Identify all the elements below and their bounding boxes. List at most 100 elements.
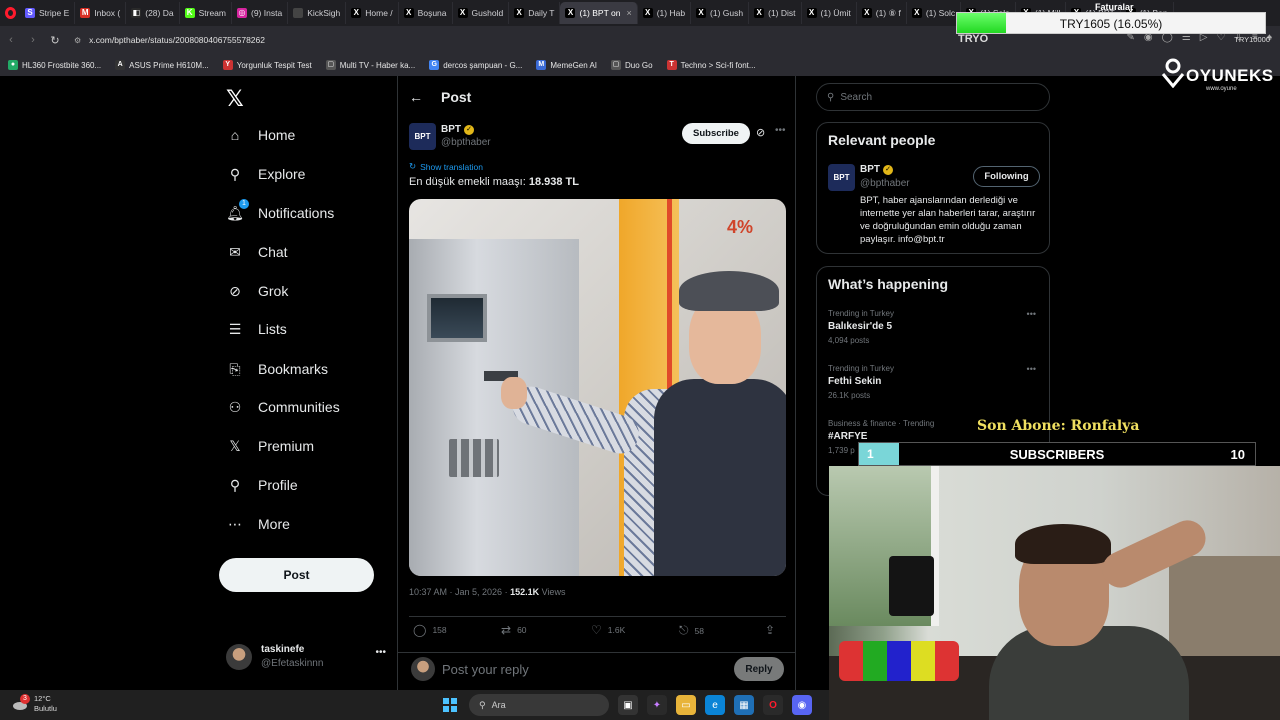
share-action[interactable]: ⇪ [765,623,775,637]
browser-tab[interactable]: X Daily T [509,2,561,24]
nav-item-label: Chat [258,244,288,260]
bookmark-item[interactable]: M MemeGen AI [536,60,597,70]
file-explorer-icon[interactable]: ▭ [676,695,696,715]
bookmark-item[interactable]: A ASUS Prime H610M... [115,60,209,70]
bookmark-label: ASUS Prime H610M... [129,60,209,70]
cam-desk-items [839,641,959,681]
whats-happening-title: What’s happening [828,276,949,292]
relevant-people-title: Relevant people [828,132,936,148]
opera-logo-icon[interactable] [0,2,20,24]
reply-button[interactable]: Reply [734,657,784,681]
taskbar-search[interactable]: ⚲ Ara [469,694,609,716]
url-field[interactable]: ⚙ x.com/bpthaber/status/2008080406755578… [74,35,265,45]
browser-tab[interactable]: X Home / [346,2,399,24]
nav-item-home[interactable]: ⌂ Home [226,126,296,144]
bookmark-item[interactable]: ▢ Duo Go [611,60,653,70]
repost-action[interactable]: ⇄ 60 [501,623,527,637]
bookmark-item[interactable]: Y Yorgunluk Tespit Test [222,60,312,70]
person-avatar[interactable]: BPT [828,164,855,191]
browser-tab[interactable]: X (1) BPT on × [560,2,638,24]
trend-more-icon[interactable]: ••• [1027,364,1036,374]
nav-item-label: Lists [258,321,287,337]
nav-item-label: Communities [258,399,340,415]
copilot-icon[interactable]: ✦ [647,695,667,715]
reply-input[interactable]: Post your reply [442,662,529,677]
account-switcher[interactable]: taskinefe @Efetaskinnn ••• [226,641,386,675]
bookmark-action[interactable]: ⎋ 58 [679,623,704,638]
browser-tab[interactable]: X (1) Gush [691,2,750,24]
browser-tab[interactable]: M Inbox ( [75,2,127,24]
reply-action[interactable]: ◯ 158 [413,623,447,637]
nav-item-communities[interactable]: ⚇ Communities [226,398,340,416]
search-icon: ⚲ [229,165,241,182]
browser-tab[interactable]: S Stripe E [20,2,76,24]
browser-tab[interactable]: X (1) Solc [907,2,962,24]
edge-icon[interactable]: e [705,695,725,715]
trend-more-icon[interactable]: ••• [1027,309,1036,319]
weather-widget[interactable]: 3 12°C Bulutlu [12,694,57,714]
search-input[interactable]: ⚲ Search [816,83,1050,111]
task-view-icon[interactable]: ▣ [618,695,638,715]
browser-tab[interactable]: X (1) Dist [749,2,802,24]
nav-item-premium[interactable]: 𝕏 Premium [226,437,314,455]
subscribe-button[interactable]: Subscribe [682,123,750,144]
bookmark-item[interactable]: Gdercos şampuan - G... [429,60,522,70]
back-arrow-icon[interactable]: ← [409,89,423,105]
following-button[interactable]: Following [973,166,1040,187]
x-logo-icon[interactable]: 𝕏 [226,86,244,112]
man-hand [501,377,527,409]
browser-tab[interactable]: KickSigh [288,2,347,24]
person-handle[interactable]: @bpthaber [860,178,910,189]
reply-icon: ◯ [413,623,427,637]
trend-item[interactable]: Trending in Turkey Balıkesir'de 5 4,094 po… [828,309,1040,345]
site-info-icon[interactable]: ⚙ [74,36,81,45]
bookmark-item[interactable]: ● HL360 Frostbite 360... [8,60,101,70]
browser-tab[interactable]: X Boşuna [399,2,453,24]
browser-tab[interactable]: K Stream [180,2,232,24]
post-more-icon[interactable]: ••• [775,125,786,136]
reload-icon[interactable]: ↻ [44,34,66,47]
browser-tab[interactable]: X (1) ⑧ f [857,2,907,24]
nav-item-grok[interactable]: ⊘ Grok [226,282,288,300]
show-translation-link[interactable]: ↻ Show translation [409,161,483,172]
avatar [226,644,252,670]
discord-icon[interactable]: ◉ [792,695,812,715]
browser-tab[interactable]: X (1) Ümit [802,2,857,24]
nav-item-explore[interactable]: ⚲ Explore [226,165,306,183]
browser-tab[interactable]: ◧ (28) Da [126,2,180,24]
nav-item-label: Bookmarks [258,361,329,377]
nav-item-bookmarks[interactable]: ⎘ Bookmarks [226,360,328,378]
trend-item[interactable]: Trending in Turkey Fethi Sekin 26.1K posts… [828,364,1040,400]
wall-sign: 4% [727,217,754,237]
author-avatar[interactable]: BPT [409,123,436,150]
tab-label: (1) Ümit [820,8,851,18]
tweet-timestamp[interactable]: 10:37 AM · Jan 5, 2026 · [409,587,510,597]
person-name[interactable]: BPT ✓ [860,164,893,175]
author-name[interactable]: BPT ✓ [441,124,474,135]
nav-item-lists[interactable]: ☰ Lists [226,320,287,338]
forward-nav-icon[interactable]: › [22,34,44,46]
compose-post-button[interactable]: Post [219,558,374,592]
tweet-image[interactable]: 4% [409,199,786,576]
grok-explain-icon[interactable]: ⊘ [756,126,765,139]
author-name-text: BPT [441,124,461,135]
bookmarks-bar: ● HL360 Frostbite 360... A ASUS Prime H610M… [0,54,1280,76]
nav-item-notifications[interactable]: 🔔︎ 1 Notifications [226,199,334,222]
bookmark-item[interactable]: ▢ Multi TV - Haber ka... [325,60,415,70]
browser-tab[interactable]: ◎ (9) Insta [232,2,289,24]
browser-tab[interactable]: X (1) Hab [638,2,692,24]
nav-item-chat[interactable]: ✉ Chat [226,243,288,261]
tab-close-icon[interactable]: × [626,8,631,18]
back-nav-icon[interactable]: ‹ [0,34,22,46]
author-handle[interactable]: @bpthaber [441,137,491,148]
browser-tab[interactable]: X Gushold [453,2,510,24]
search-icon: ⚲ [827,91,835,103]
like-action[interactable]: ♡ 1.6K [591,623,625,637]
store-icon[interactable]: ▦ [734,695,754,715]
opera-icon[interactable]: O [763,695,783,715]
windows-start-icon[interactable] [440,695,460,715]
bookmark-item[interactable]: T Techno > Sci-fi font... [666,60,756,70]
more-dots-icon[interactable]: ••• [375,647,386,658]
nav-item-profile[interactable]: ⚲ Profile [226,476,298,494]
nav-item-more[interactable]: ⋯ More [226,515,290,533]
